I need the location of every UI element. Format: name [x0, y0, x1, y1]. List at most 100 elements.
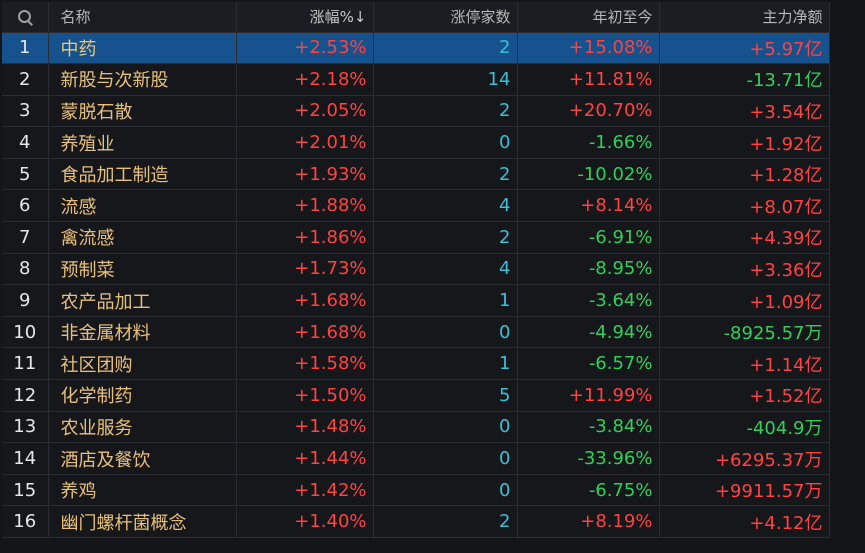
limit-up-count: 2: [373, 32, 518, 65]
main-net-inflow: +1.92亿: [659, 126, 830, 159]
header-ytd[interactable]: 年初至今: [517, 2, 660, 33]
table-row[interactable]: 7 禽流感 +1.86% 2 -6.91% +4.39亿: [2, 221, 830, 254]
scrollbar-track[interactable]: [829, 32, 830, 538]
ytd-change: -33.96%: [517, 442, 660, 475]
limit-up-count: 0: [373, 474, 518, 507]
sector-name: 流感: [48, 189, 237, 223]
table-row[interactable]: 6 流感 +1.88% 4 +8.14% +8.07亿: [2, 189, 830, 223]
main-net-inflow: +1.09亿: [659, 284, 830, 317]
row-index: 6: [2, 189, 49, 223]
sector-name: 中药: [48, 32, 237, 65]
limit-up-count: 14: [373, 63, 518, 96]
change-pct: +1.68%: [236, 284, 374, 317]
change-pct: +2.01%: [236, 126, 374, 159]
table-row[interactable]: 16 幽门螺杆菌概念 +1.40% 2 +8.19% +4.12亿: [2, 505, 830, 538]
ytd-change: -6.75%: [517, 474, 660, 507]
main-net-inflow: +3.54亿: [659, 95, 830, 128]
ytd-change: +20.70%: [517, 95, 660, 128]
main-net-inflow: -13.71亿: [659, 63, 830, 96]
ytd-change: -3.64%: [517, 284, 660, 317]
sector-name: 农业服务: [48, 411, 237, 444]
row-index: 1: [2, 32, 49, 65]
row-index: 15: [2, 474, 49, 507]
row-index: 3: [2, 95, 49, 128]
main-net-inflow: +1.28亿: [659, 158, 830, 191]
sector-name: 社区团购: [48, 347, 237, 381]
row-index: 14: [2, 442, 49, 475]
limit-up-count: 0: [373, 126, 518, 159]
row-index: 12: [2, 379, 49, 412]
table-row[interactable]: 4 养殖业 +2.01% 0 -1.66% +1.92亿: [2, 126, 830, 159]
change-pct: +1.42%: [236, 474, 374, 507]
row-index: 9: [2, 284, 49, 317]
row-index: 7: [2, 221, 49, 254]
row-index: 2: [2, 63, 49, 96]
change-pct: +1.73%: [236, 253, 374, 286]
limit-up-count: 2: [373, 221, 518, 254]
change-pct: +1.40%: [236, 505, 374, 538]
main-net-inflow: -8925.57万: [659, 316, 830, 349]
limit-up-count: 0: [373, 411, 518, 444]
ytd-change: -8.95%: [517, 253, 660, 286]
limit-up-count: 4: [373, 189, 518, 223]
ytd-change: -6.91%: [517, 221, 660, 254]
sector-name: 新股与次新股: [48, 63, 237, 96]
sector-name: 预制菜: [48, 253, 237, 286]
ytd-change: +8.19%: [517, 505, 660, 538]
sector-name: 非金属材料: [48, 316, 237, 349]
table-row[interactable]: 10 非金属材料 +1.68% 0 -4.94% -8925.57万: [2, 316, 830, 349]
sector-name: 养殖业: [48, 126, 237, 159]
sector-name: 食品加工制造: [48, 158, 237, 191]
row-index: 4: [2, 126, 49, 159]
limit-up-count: 1: [373, 347, 518, 381]
header-name[interactable]: 名称: [48, 2, 237, 33]
main-net-inflow: +3.36亿: [659, 253, 830, 286]
limit-up-count: 0: [373, 316, 518, 349]
change-pct: +1.44%: [236, 442, 374, 475]
sector-ranking-table: 名称 涨幅%↓ 涨停家数 年初至今 主力净额 1 中药 +2.53% 2 +15.08%…: [2, 2, 830, 538]
sector-name: 农产品加工: [48, 284, 237, 317]
table-row[interactable]: 3 蒙脱石散 +2.05% 2 +20.70% +3.54亿: [2, 95, 830, 128]
limit-up-count: 1: [373, 284, 518, 317]
ytd-change: -4.94%: [517, 316, 660, 349]
sector-name: 禽流感: [48, 221, 237, 254]
header-main-net[interactable]: 主力净额: [659, 2, 830, 33]
change-pct: +2.53%: [236, 32, 374, 65]
change-pct: +1.58%: [236, 347, 374, 381]
change-pct: +1.88%: [236, 189, 374, 223]
table-row[interactable]: 5 食品加工制造 +1.93% 2 -10.02% +1.28亿: [2, 158, 830, 191]
table-row[interactable]: 11 社区团购 +1.58% 1 -6.57% +1.14亿: [2, 347, 830, 381]
change-pct: +2.18%: [236, 63, 374, 96]
main-net-inflow: -404.9万: [659, 411, 830, 444]
row-index: 11: [2, 347, 49, 381]
limit-up-count: 0: [373, 442, 518, 475]
main-net-inflow: +1.52亿: [659, 379, 830, 412]
main-net-inflow: +8.07亿: [659, 189, 830, 223]
header-change-pct-sorted[interactable]: 涨幅%↓: [236, 2, 374, 33]
ytd-change: -10.02%: [517, 158, 660, 191]
sector-name: 蒙脱石散: [48, 95, 237, 128]
table-row[interactable]: 12 化学制药 +1.50% 5 +11.99% +1.52亿: [2, 379, 830, 412]
table-row[interactable]: 13 农业服务 +1.48% 0 -3.84% -404.9万: [2, 411, 830, 444]
search-icon[interactable]: [17, 10, 32, 24]
header-limit-up-count[interactable]: 涨停家数: [373, 2, 518, 33]
change-pct: +1.50%: [236, 379, 374, 412]
row-index: 8: [2, 253, 49, 286]
ytd-change: +11.99%: [517, 379, 660, 412]
row-index: 5: [2, 158, 49, 191]
main-net-inflow: +1.14亿: [659, 347, 830, 381]
search-header-cell[interactable]: [2, 2, 49, 33]
sector-name: 酒店及餐饮: [48, 442, 237, 475]
table-row[interactable]: 1 中药 +2.53% 2 +15.08% +5.97亿: [2, 32, 830, 65]
table-row[interactable]: 15 养鸡 +1.42% 0 -6.75% +9911.57万: [2, 474, 830, 507]
change-pct: +2.05%: [236, 95, 374, 128]
table-row[interactable]: 14 酒店及餐饮 +1.44% 0 -33.96% +6295.37万: [2, 442, 830, 475]
change-pct: +1.68%: [236, 316, 374, 349]
table-row[interactable]: 2 新股与次新股 +2.18% 14 +11.81% -13.71亿: [2, 63, 830, 96]
ytd-change: -1.66%: [517, 126, 660, 159]
table-row[interactable]: 9 农产品加工 +1.68% 1 -3.64% +1.09亿: [2, 284, 830, 317]
change-pct: +1.93%: [236, 158, 374, 191]
ytd-change: +11.81%: [517, 63, 660, 96]
table-row[interactable]: 8 预制菜 +1.73% 4 -8.95% +3.36亿: [2, 253, 830, 286]
ytd-change: +15.08%: [517, 32, 660, 65]
